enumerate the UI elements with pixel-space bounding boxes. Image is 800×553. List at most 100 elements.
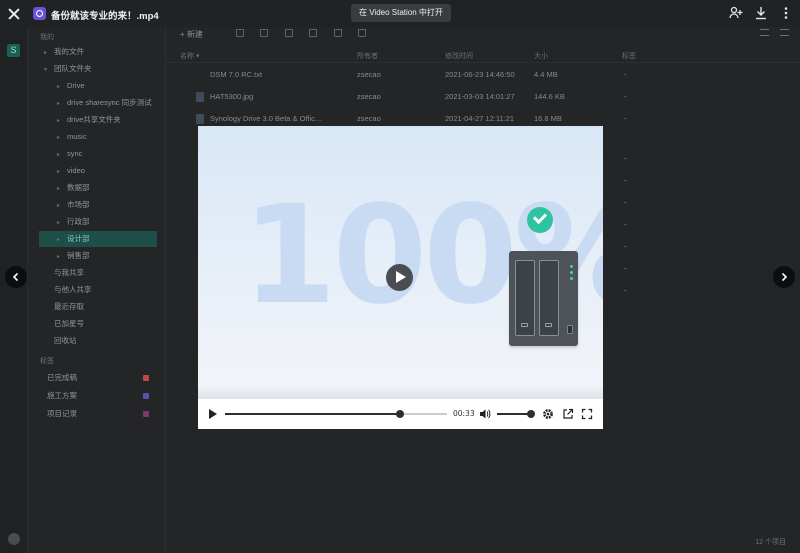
chevron-icon: ▸ [57,203,61,209]
add-user-icon[interactable] [729,6,743,20]
file-name-title: 备份就该专业的来！.mp4 [51,11,159,22]
share-icon [260,29,268,37]
file-tag: - [624,264,627,273]
chevron-icon: ▸ [44,50,48,56]
sidebar-item-label: 回收站 [54,336,77,345]
label-name: 已完成稿 [47,373,77,382]
drive-bay [515,260,535,336]
sidebar-item-label: drive sharesync 同步测试 [67,98,152,107]
sidebar-item: 与我共享 [39,265,157,281]
label-color-dot [143,393,149,399]
fullscreen-icon[interactable] [581,408,593,420]
popout-icon[interactable] [562,408,574,420]
sidebar-section-title: 我的 [40,34,54,41]
column-header: 所有者 [357,53,378,60]
sidebar-item-label: 销售部 [67,251,90,260]
sidebar-item-label: music [67,132,87,141]
video-player[interactable]: 100% 00:33 [198,126,603,429]
sidebar-item-label: sync [67,149,83,158]
column-header: 大小 [534,53,548,60]
link-icon [285,29,293,37]
chevron-icon: ▸ [57,84,61,90]
sidebar-item-label: 团队文件夹 [54,64,92,73]
preview-header: 备份就该专业的来！.mp4 在 Video Station 中打开 [0,0,800,27]
sidebar-item: ▸ sync [39,146,157,162]
chevron-right-icon [781,272,788,282]
chevron-icon: ▸ [57,186,61,192]
label-name: 项目记录 [47,409,77,418]
file-modified: 2021-06-23 14:46:50 [445,70,515,79]
column-header: 名称 ▾ [180,53,200,60]
close-button[interactable] [6,6,22,22]
sidebar-item-label: Drive [67,81,85,90]
file-tag: - [624,198,627,207]
table-header: 名称 ▾ 所有者 修改时间 大小 标签 [166,49,800,63]
video-file-icon [33,7,46,20]
sidebar-item: ▸ 设计部 [39,231,157,247]
file-tag: - [624,154,627,163]
avatar [8,533,20,545]
sidebar-item: ▸ 我的文件 [39,44,157,60]
file-size: 144.6 KB [534,92,565,101]
sidebar-item: ▸ 市场部 [39,197,157,213]
previous-button[interactable] [5,266,27,288]
next-button[interactable] [773,266,795,288]
progress-handle[interactable] [396,410,405,418]
download-icon[interactable] [754,6,768,20]
power-icon [567,325,573,334]
play-overlay-button[interactable] [386,264,413,291]
file-tag: - [624,176,627,185]
volume-slider[interactable] [497,410,536,418]
sidebar-item: ▸ 行政部 [39,214,157,230]
file-name: DSM 7.0 RC.txt [210,70,263,79]
current-time: 00:33 [453,409,475,418]
sidebar-item: 与他人共享 [39,282,157,298]
sidebar-item: ▸ Drive [39,78,157,94]
sidebar-item-label: 与他人共享 [54,285,92,294]
open-in-video-station-button[interactable]: 在 Video Station 中打开 [351,4,451,22]
table-row: HAT5300.jpg zsecao 2021-03-03 14:01:27 1… [166,86,800,108]
chevron-icon: ▸ [57,135,61,141]
file-tag: - [624,242,627,251]
sidebar-item: 最近存取 [39,299,157,315]
progress-bar[interactable] [225,410,447,418]
drive-bay [539,260,559,336]
volume-icon[interactable] [479,408,491,420]
label-name: 施工方案 [47,391,77,400]
sidebar-item-label: 最近存取 [54,302,84,311]
label-item: 施工方案 [39,388,157,404]
sidebar-item-label: 行政部 [67,217,90,226]
column-header: 修改时间 [445,53,473,60]
doc-file-icon [196,114,204,124]
sidebar-item: ▸ drive sharesync 同步测试 [39,95,157,111]
app-rail: S [0,27,28,553]
file-size: 16.8 MB [534,114,562,123]
sidebar-item: ▸ 销售部 [39,248,157,264]
sidebar-item-label: 我的文件 [54,47,84,56]
more-icon[interactable] [779,6,793,20]
sidebar-item: ▸ drive共享文件夹 [39,112,157,128]
sidebar-item-label: 与我共享 [54,268,84,277]
file-tag: - [624,220,627,229]
sidebar-item: ▸ video [39,163,157,179]
sidebar-item-label: 设计部 [67,234,90,243]
file-owner: zsecao [357,114,381,123]
sidebar-item: ▾ 团队文件夹 [39,61,157,77]
volume-handle[interactable] [527,410,536,418]
list-view-icon [760,29,769,36]
upload-icon [236,29,244,37]
chevron-icon: ▸ [57,254,61,260]
play-icon[interactable] [209,409,218,419]
file-name: Synology Drive 3.0 Beta & Offic... [210,114,322,123]
file-tag: - [624,114,627,123]
column-header: 标签 [622,53,636,60]
tag-icon [309,29,317,37]
chevron-icon: ▸ [57,101,61,107]
image-file-icon [196,92,204,102]
check-icon [527,207,553,233]
copy-icon [334,29,342,37]
file-tag: - [624,286,627,295]
sidebar-item: 回收站 [39,333,157,349]
sidebar-item-label: drive共享文件夹 [67,115,121,124]
settings-icon[interactable] [542,408,554,420]
